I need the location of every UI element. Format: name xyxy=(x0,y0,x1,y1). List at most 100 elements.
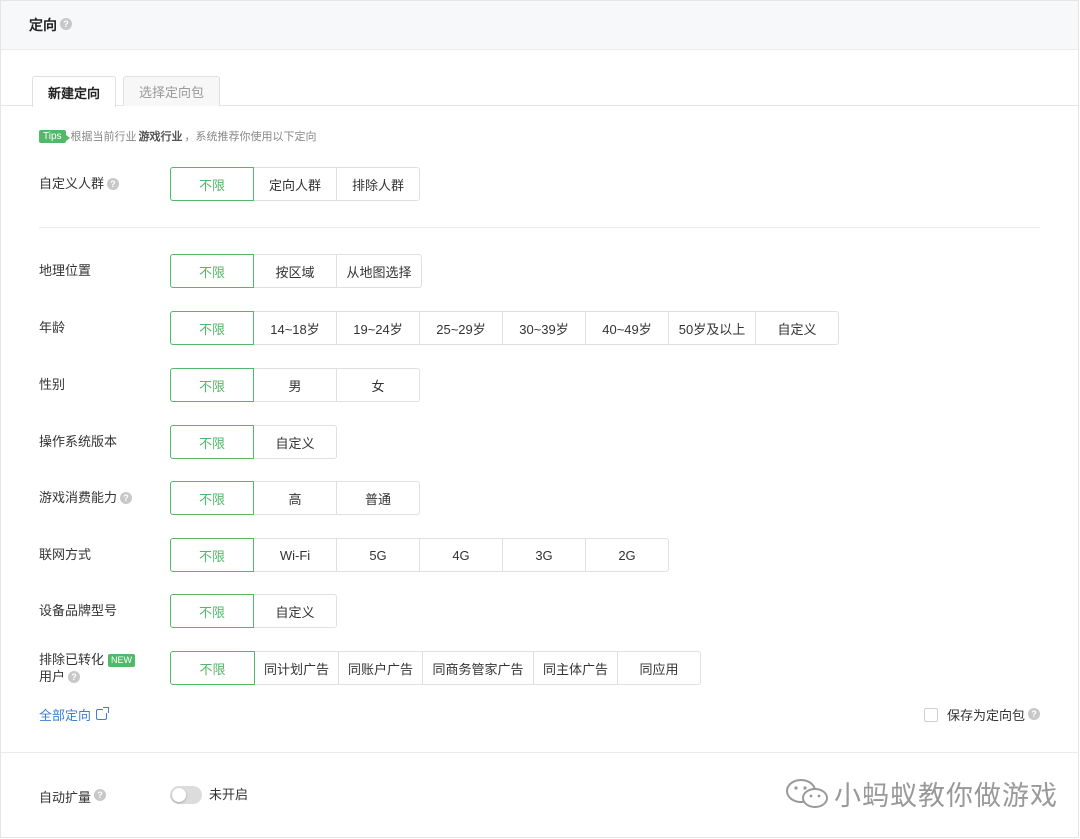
tips-badge: Tips xyxy=(39,129,70,143)
option-unlimited[interactable]: 不限 xyxy=(170,254,254,288)
new-badge: NEW xyxy=(108,654,136,667)
option-age-25-29[interactable]: 25~29岁 xyxy=(419,311,503,345)
option-group: 不限 定向人群 排除人群 xyxy=(170,167,420,201)
auto-expand-label: 自动扩量 xyxy=(39,789,92,805)
device-brand-label: 设备品牌型号 xyxy=(39,603,118,618)
option-3g[interactable]: 3G xyxy=(502,538,586,572)
help-icon[interactable]: ? xyxy=(94,789,107,801)
option-custom[interactable]: 自定义 xyxy=(253,594,337,628)
option-unlimited[interactable]: 不限 xyxy=(170,651,255,685)
option-unlimited[interactable]: 不限 xyxy=(170,594,254,628)
location-label: 地理位置 xyxy=(39,263,92,278)
row-label: 自定义人群? xyxy=(39,167,120,201)
tab-new-targeting[interactable]: 新建定向 xyxy=(32,76,116,107)
option-wifi[interactable]: Wi-Fi xyxy=(253,538,337,572)
option-normal[interactable]: 普通 xyxy=(336,481,420,515)
option-same-account-ads[interactable]: 同账户广告 xyxy=(338,651,423,685)
exclude-converted-label: 排除已转化 xyxy=(39,652,105,667)
option-same-entity-ads[interactable]: 同主体广告 xyxy=(533,651,618,685)
os-version-label: 操作系统版本 xyxy=(39,434,118,449)
option-group: 不限 自定义 xyxy=(170,425,337,459)
row-age: 年龄 不限 14~18岁 19~24岁 25~29岁 30~39岁 40~49岁… xyxy=(1,311,1078,345)
wechat-icon xyxy=(786,778,828,808)
auto-expand-toggle[interactable] xyxy=(170,786,202,804)
help-icon[interactable]: ? xyxy=(60,18,72,30)
tips-industry: 游戏行业 xyxy=(138,131,183,143)
watermark-text: 小蚂蚁教你做游戏 xyxy=(834,781,1058,811)
option-4g[interactable]: 4G xyxy=(419,538,503,572)
save-as-pack-checkbox[interactable] xyxy=(923,707,938,722)
option-age-19-24[interactable]: 19~24岁 xyxy=(336,311,420,345)
option-unlimited[interactable]: 不限 xyxy=(170,368,254,402)
option-target-audience[interactable]: 定向人群 xyxy=(253,167,337,201)
help-icon[interactable]: ? xyxy=(68,670,81,683)
help-icon[interactable]: ? xyxy=(120,491,133,504)
tab-select-targeting-pack[interactable]: 选择定向包 xyxy=(123,76,220,106)
tips-suffix: ，系统推荐你使用以下定向 xyxy=(184,131,317,143)
option-group: 不限 高 普通 xyxy=(170,481,420,515)
option-2g[interactable]: 2G xyxy=(585,538,669,572)
option-custom[interactable]: 自定义 xyxy=(755,311,839,345)
option-from-map[interactable]: 从地图选择 xyxy=(336,254,422,288)
option-custom[interactable]: 自定义 xyxy=(253,425,337,459)
option-same-business-manager-ads[interactable]: 同商务管家广告 xyxy=(422,651,534,685)
panel-title: 定向 xyxy=(29,17,57,33)
option-unlimited[interactable]: 不限 xyxy=(170,481,254,515)
help-icon[interactable]: ? xyxy=(107,177,120,190)
section-divider xyxy=(1,752,1078,753)
option-age-40-49[interactable]: 40~49岁 xyxy=(585,311,669,345)
row-device-brand: 设备品牌型号 不限 自定义 xyxy=(1,594,1078,628)
tips-prefix: 根据当前行业 xyxy=(70,131,137,143)
save-as-pack: 保存为定向包? xyxy=(923,705,1040,724)
auto-expand-label-wrap: 自动扩量? xyxy=(39,785,107,807)
toggle-knob xyxy=(172,788,186,802)
external-link-icon xyxy=(96,707,110,720)
option-high[interactable]: 高 xyxy=(253,481,337,515)
option-age-14-18[interactable]: 14~18岁 xyxy=(253,311,337,345)
row-game-spending: 游戏消费能力? 不限 高 普通 xyxy=(1,481,1078,515)
row-network: 联网方式 不限 Wi-Fi 5G 4G 3G 2G xyxy=(1,538,1078,572)
game-spending-label: 游戏消费能力 xyxy=(39,490,118,505)
tab-bar: 新建定向 选择定向包 xyxy=(1,76,1078,107)
auto-expand-state: 未开启 xyxy=(209,787,249,802)
age-label: 年龄 xyxy=(39,320,66,335)
network-label: 联网方式 xyxy=(39,547,92,562)
option-unlimited[interactable]: 不限 xyxy=(170,538,254,572)
option-same-app[interactable]: 同应用 xyxy=(617,651,701,685)
custom-audience-label: 自定义人群 xyxy=(39,176,105,191)
exclude-converted-label-line2: 用户 xyxy=(39,669,66,684)
option-group: 不限 自定义 xyxy=(170,594,337,628)
watermark: 小蚂蚁教你做游戏 xyxy=(784,774,1058,813)
all-targeting-label: 全部定向 xyxy=(39,708,92,723)
option-unlimited[interactable]: 不限 xyxy=(170,311,254,345)
option-exclude-audience[interactable]: 排除人群 xyxy=(336,167,420,201)
option-group: 不限 14~18岁 19~24岁 25~29岁 30~39岁 40~49岁 50… xyxy=(170,311,839,345)
option-by-region[interactable]: 按区域 xyxy=(253,254,337,288)
row-location: 地理位置 不限 按区域 从地图选择 xyxy=(1,254,1078,288)
option-age-30-39[interactable]: 30~39岁 xyxy=(502,311,586,345)
option-age-50-plus[interactable]: 50岁及以上 xyxy=(668,311,756,345)
option-5g[interactable]: 5G xyxy=(336,538,420,572)
help-icon[interactable]: ? xyxy=(1028,707,1040,720)
row-exclude-converted: 排除已转化 NEW 用户? 不限 同计划广告 同账户广告 同商务管家广告 同主体广… xyxy=(1,651,1078,685)
tips-line: Tips 根据当前行业 游戏行业 ，系统推荐你使用以下定向 xyxy=(39,128,317,144)
option-unlimited[interactable]: 不限 xyxy=(170,167,254,201)
gender-label: 性别 xyxy=(39,377,66,392)
targeting-panel: 定向 ? 新建定向 选择定向包 Tips 根据当前行业 游戏行业 ，系统推荐你使… xyxy=(0,0,1079,838)
save-as-pack-label: 保存为定向包 xyxy=(946,708,1025,723)
all-targeting-link[interactable]: 全部定向 xyxy=(39,705,110,724)
row-gender: 性别 不限 男 女 xyxy=(1,368,1078,402)
row-os-version: 操作系统版本 不限 自定义 xyxy=(1,425,1078,459)
section-divider xyxy=(39,227,1040,228)
panel-header: 定向 ? xyxy=(1,1,1078,50)
option-same-plan-ads[interactable]: 同计划广告 xyxy=(254,651,339,685)
option-unlimited[interactable]: 不限 xyxy=(170,425,254,459)
option-female[interactable]: 女 xyxy=(336,368,420,402)
option-group: 不限 男 女 xyxy=(170,368,420,402)
option-group: 不限 同计划广告 同账户广告 同商务管家广告 同主体广告 同应用 xyxy=(170,651,701,685)
row-label: 游戏消费能力? xyxy=(39,481,133,515)
option-male[interactable]: 男 xyxy=(253,368,337,402)
row-label: 排除已转化 NEW 用户? xyxy=(39,651,136,685)
option-group: 不限 Wi-Fi 5G 4G 3G 2G xyxy=(170,538,669,572)
row-custom-audience: 自定义人群? 不限 定向人群 排除人群 xyxy=(1,167,1078,201)
